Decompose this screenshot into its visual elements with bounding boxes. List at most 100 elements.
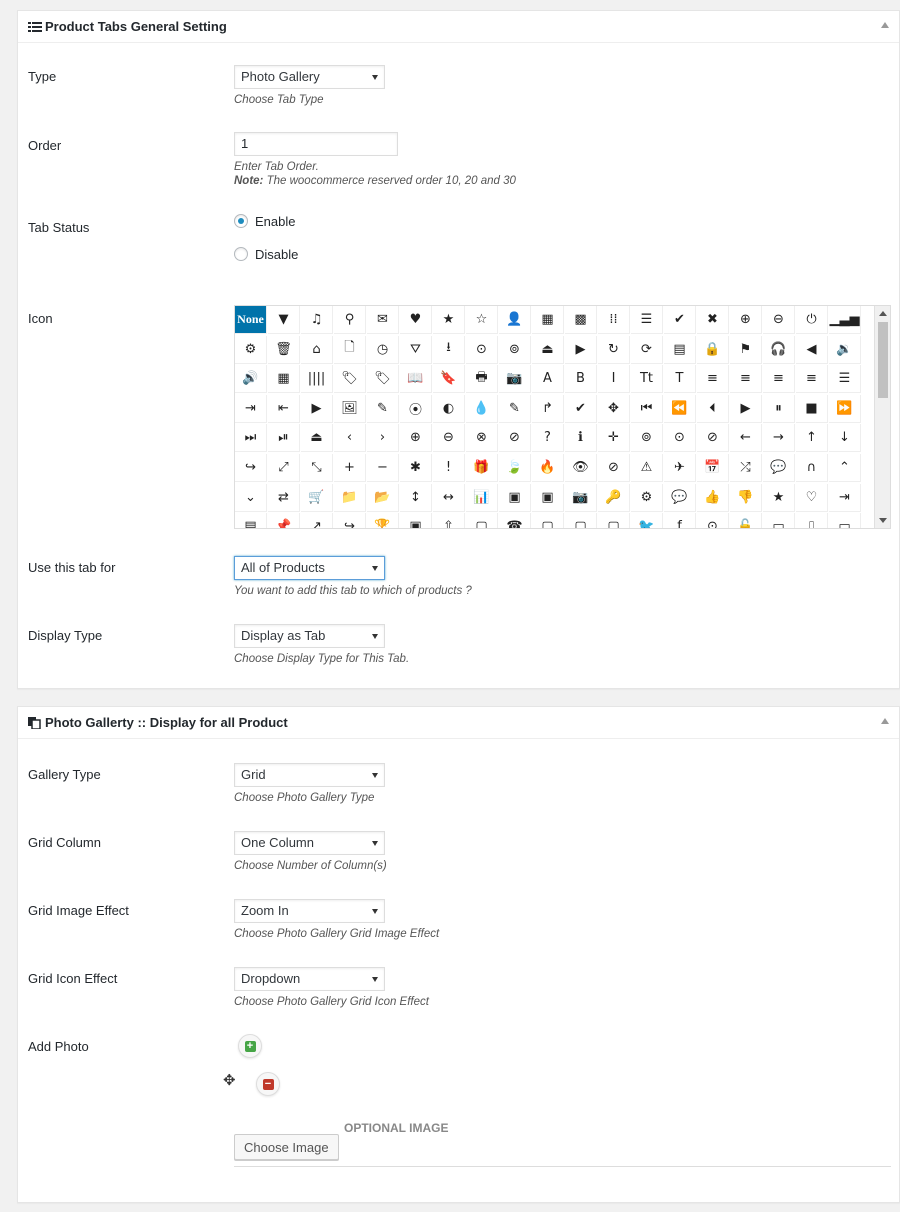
icon-option[interactable]: ▭ — [763, 513, 795, 528]
icon-picker-scrollbar[interactable] — [874, 306, 890, 528]
icon-option[interactable]: ⚑ — [730, 335, 762, 364]
order-input[interactable]: 1 — [234, 132, 398, 156]
icon-option[interactable]: 🔥 — [532, 454, 564, 482]
icon-option[interactable]: ⊖ — [433, 424, 465, 453]
icon-option[interactable]: ⇤ — [268, 394, 300, 423]
collapse-toggle-icon[interactable] — [881, 718, 889, 724]
icon-option[interactable]: ⊙ — [664, 424, 696, 453]
icon-option[interactable]: 💧 — [466, 394, 498, 423]
icon-option[interactable]: 🐦 — [631, 513, 663, 528]
icon-option[interactable]: ⏏ — [301, 424, 333, 453]
panel-header[interactable]: Photo Gallerty :: Display for all Produc… — [18, 707, 899, 739]
icon-option[interactable]: ✥ — [598, 394, 630, 423]
icon-option[interactable]: ▢ — [598, 513, 630, 528]
icon-option[interactable]: ⌄ — [235, 483, 267, 512]
icon-option[interactable]: 👍 — [697, 483, 729, 512]
icon-option[interactable]: ⌂ — [301, 335, 333, 364]
icon-option[interactable]: ▶ — [565, 335, 597, 364]
icon-option[interactable]: ↪ — [334, 513, 366, 528]
icon-option[interactable]: ∩ — [796, 454, 828, 482]
icon-option[interactable]: ⌃ — [829, 454, 861, 482]
icon-option[interactable]: 💬 — [664, 483, 696, 512]
icon-option[interactable]: T — [664, 365, 696, 394]
icon-option[interactable]: ⊚ — [499, 335, 531, 364]
icon-option[interactable]: 📌 — [268, 513, 300, 528]
icon-option[interactable]: ↑ — [796, 424, 828, 453]
icon-option[interactable]: 📊 — [466, 483, 498, 512]
icon-option[interactable]: ⊕ — [730, 306, 762, 334]
icon-option[interactable]: ◐ — [433, 394, 465, 423]
icon-option[interactable]: ⏭ — [235, 424, 267, 453]
icon-option[interactable]: 🎧 — [763, 335, 795, 364]
icon-option[interactable]: ⦿ — [400, 394, 432, 423]
icon-option[interactable]: ▣ — [499, 483, 531, 512]
icon-option[interactable]: ⚙ — [631, 483, 663, 512]
icon-option[interactable]: ⎍ — [796, 513, 828, 528]
icon-option[interactable]: 🗋 — [334, 335, 366, 364]
icon-option[interactable]: ▶ — [730, 394, 762, 423]
icon-option[interactable]: ▩ — [565, 306, 597, 334]
icon-option[interactable]: ✎ — [499, 394, 531, 423]
icon-option[interactable]: ⁞⁞ — [598, 306, 630, 334]
icon-option[interactable]: ▣ — [400, 513, 432, 528]
type-select[interactable]: Photo Gallery — [234, 65, 385, 89]
icon-option[interactable]: 🔉 — [829, 335, 861, 364]
icon-option[interactable]: 🗑 — [268, 335, 300, 364]
icon-option[interactable]: ✔ — [565, 394, 597, 423]
icon-option[interactable]: ⏮ — [631, 394, 663, 423]
icon-option[interactable]: 👤 — [499, 306, 531, 334]
icon-option[interactable]: ℹ — [565, 424, 597, 453]
icon-option[interactable]: I — [598, 365, 630, 394]
icon-option[interactable]: |||| — [301, 365, 333, 394]
icon-option[interactable]: ⇧ — [433, 513, 465, 528]
icon-option[interactable]: ⚙ — [235, 335, 267, 364]
remove-photo-button[interactable]: − — [256, 1072, 280, 1096]
display-type-select[interactable]: Display as Tab — [234, 624, 385, 648]
icon-option[interactable]: ♥ — [400, 306, 432, 334]
icon-option[interactable]: 🖼 — [334, 394, 366, 423]
icon-option[interactable]: ◷ — [367, 335, 399, 364]
icon-option[interactable]: 🔒 — [697, 335, 729, 364]
icon-option[interactable]: ⚲ — [334, 306, 366, 334]
icon-option[interactable]: ⭳ — [433, 335, 465, 364]
move-handle-icon[interactable]: ✥ — [223, 1071, 236, 1089]
scroll-thumb[interactable] — [878, 322, 888, 398]
icon-option[interactable]: ▢ — [466, 513, 498, 528]
icon-option[interactable]: ! — [433, 454, 465, 482]
icon-option[interactable]: 🖶 — [466, 365, 498, 394]
icon-option[interactable]: ▣ — [532, 483, 564, 512]
icon-option[interactable]: ⏩ — [829, 394, 861, 423]
icon-option[interactable]: ▢ — [565, 513, 597, 528]
icon-option[interactable]: › — [367, 424, 399, 453]
grid-column-select[interactable]: One Column — [234, 831, 385, 855]
icon-option[interactable]: 📁 — [334, 483, 366, 512]
icon-option[interactable]: ♫ — [301, 306, 333, 334]
icon-option[interactable]: ▁▃▅ — [829, 306, 861, 334]
icon-option[interactable]: 🔑 — [598, 483, 630, 512]
icon-option[interactable]: ↗ — [301, 513, 333, 528]
icon-option[interactable]: ☰ — [829, 365, 861, 394]
icon-option[interactable]: ⏯ — [268, 424, 300, 453]
scroll-down-icon[interactable] — [879, 518, 887, 523]
icon-option[interactable]: ? — [532, 424, 564, 453]
icon-option[interactable]: ↕ — [400, 483, 432, 512]
icon-option[interactable]: ↱ — [532, 394, 564, 423]
icon-option[interactable]: ⊙ — [697, 513, 729, 528]
icon-option[interactable]: 🏆 — [367, 513, 399, 528]
icon-option[interactable]: ⇥ — [829, 483, 861, 512]
icon-option[interactable]: ⏏ — [532, 335, 564, 364]
icon-option[interactable]: → — [763, 424, 795, 453]
collapse-toggle-icon[interactable] — [881, 22, 889, 28]
icon-option[interactable]: ■ — [796, 394, 828, 423]
icon-option[interactable]: ▢ — [532, 513, 564, 528]
panel-header[interactable]: Product Tabs General Setting — [18, 11, 899, 43]
icon-option[interactable]: 🔖 — [433, 365, 465, 394]
icon-option[interactable]: ⤮ — [730, 454, 762, 482]
icon-option[interactable]: ✉ — [367, 306, 399, 334]
icon-option[interactable]: ▭ — [829, 513, 861, 528]
icon-option[interactable]: 🔊 — [235, 365, 267, 394]
icon-option[interactable]: ⤡ — [301, 454, 333, 482]
icon-option[interactable]: 👎 — [730, 483, 762, 512]
icon-option[interactable]: A — [532, 365, 564, 394]
icon-option[interactable]: ↪ — [235, 454, 267, 482]
